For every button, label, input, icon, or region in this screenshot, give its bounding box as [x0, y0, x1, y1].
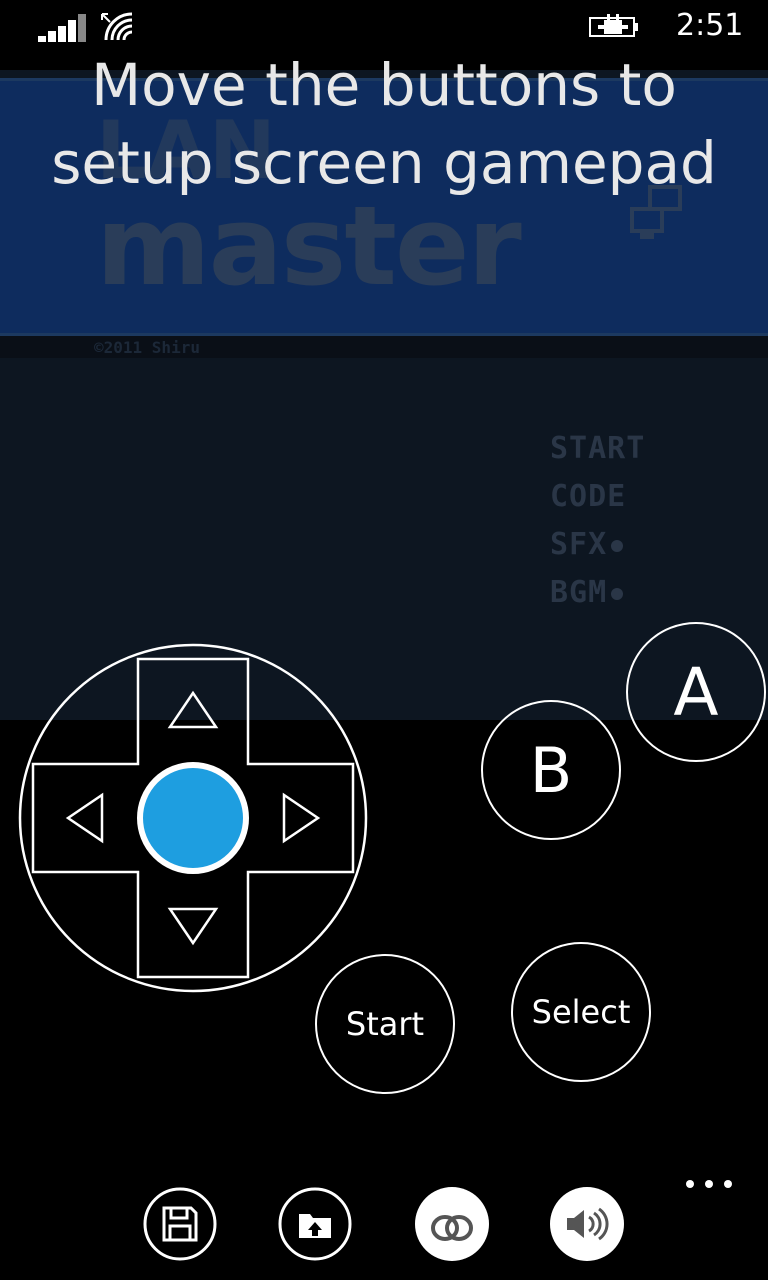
sound-button[interactable] [549, 1186, 625, 1262]
dpad-right-icon[interactable] [282, 792, 321, 844]
game-menu-label: CODE [550, 479, 627, 514]
dpad[interactable] [18, 643, 368, 993]
save-button[interactable] [142, 1186, 218, 1262]
signal-bars-icon [38, 14, 86, 42]
b-button[interactable]: B [481, 700, 621, 840]
game-menu-label: BGM [550, 575, 608, 610]
dpad-down-icon[interactable] [167, 907, 219, 946]
select-button[interactable]: Select [511, 942, 651, 1082]
instruction-line-1: Move the buttons to [91, 51, 677, 119]
load-state-icon [299, 1214, 331, 1238]
app-bar [0, 1160, 768, 1280]
link-button[interactable] [414, 1186, 490, 1262]
dpad-left-icon[interactable] [65, 792, 104, 844]
a-button[interactable]: A [626, 622, 766, 762]
ellipsis-dot [686, 1180, 694, 1188]
ellipsis-dot [724, 1180, 732, 1188]
toggle-dot-icon [611, 587, 624, 600]
game-menu-item: CODE [550, 473, 645, 521]
dpad-center[interactable] [137, 762, 249, 874]
clock: 2:51 [676, 8, 744, 43]
game-menu-label: START [550, 431, 646, 466]
game-menu-label: SFX [550, 527, 608, 562]
game-logo: master [96, 182, 522, 310]
instruction-text: Move the buttons to setup screen gamepad [0, 46, 768, 202]
game-copyright: ©2011 Shiru [94, 338, 200, 357]
toggle-dot-icon [611, 539, 624, 552]
game-menu: START CODE SFX BGM [550, 425, 645, 617]
load-state-button[interactable] [277, 1186, 353, 1262]
ellipsis-dot [705, 1180, 713, 1188]
instruction-line-2: setup screen gamepad [51, 129, 717, 197]
battery-charging-icon [589, 14, 638, 37]
more-ellipsis-icon[interactable] [686, 1174, 732, 1194]
game-menu-item: START [550, 425, 645, 473]
game-menu-item: BGM [550, 569, 645, 617]
dpad-up-icon[interactable] [167, 690, 219, 729]
wifi-icon [101, 12, 133, 41]
start-button[interactable]: Start [315, 954, 455, 1094]
game-menu-item: SFX [550, 521, 645, 569]
save-icon [162, 1206, 198, 1242]
